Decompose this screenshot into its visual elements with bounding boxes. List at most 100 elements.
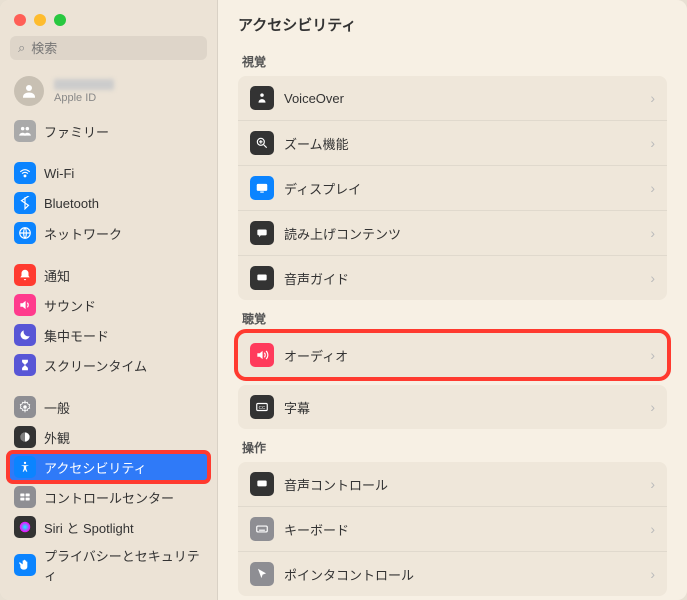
sidebar-item-appearance[interactable]: 外観 [8,422,209,452]
row-label: ディスプレイ [284,179,650,198]
row-label: キーボード [284,520,650,539]
row-label: 音声ガイド [284,269,650,288]
chevron-right-icon: › [650,90,655,106]
sidebar-item-label: Bluetooth [44,196,99,211]
settings-row-display[interactable]: ディスプレイ› [238,166,667,211]
sidebar-item-label: サウンド [44,296,96,315]
hand-icon [14,554,36,576]
sidebar-item-gear[interactable]: 一般 [8,392,209,422]
account-row[interactable]: Apple ID [0,70,217,116]
sidebar-list: ファミリー Wi-Fi Bluetooth ネットワーク通知サウンド集中モードスクリー… [0,116,217,600]
vo-icon [250,86,274,110]
sidebar-item-label: 一般 [44,398,70,417]
row-label: オーディオ [284,346,650,365]
close-button[interactable] [14,14,26,26]
svg-text:CC: CC [259,405,266,410]
bell-icon [14,264,36,286]
page-title: アクセシビリティ [238,14,667,35]
cc-icon [14,486,36,508]
sidebar-item-label: スクリーンタイム [44,356,147,375]
family-icon [14,120,36,142]
sidebar-item-siri[interactable]: Siri と Spotlight [8,512,209,542]
account-sub: Apple ID [54,92,114,104]
chevron-right-icon: › [650,135,655,151]
sidebar-item-label: コントロールセンター [44,488,174,507]
chevron-right-icon: › [650,270,655,286]
row-label: ズーム機能 [284,134,650,153]
settings-row-guide[interactable]: 音声ガイド› [238,256,667,300]
sidebar-item-moon[interactable]: 集中モード [8,320,209,350]
row-label: ポインタコントロール [284,565,650,584]
moon-icon [14,324,36,346]
cc2-icon: CC [250,395,274,419]
settings-row-audio[interactable]: オーディオ› [238,333,667,377]
chevron-right-icon: › [650,347,655,363]
sidebar-item-label: 集中モード [44,326,109,345]
sidebar-item-label: 外観 [44,428,70,447]
main-content: 視覚VoiceOver›ズーム機能›ディスプレイ›読み上げコンテンツ›音声ガイド… [238,53,667,596]
row-label: VoiceOver [284,91,650,106]
sidebar-item-label: Wi-Fi [44,166,74,181]
row-label: 音声コントロール [284,475,650,494]
sidebar-item-bell[interactable]: 通知 [8,260,209,290]
section-label: 聴覚 [242,310,663,327]
kbd-icon [250,517,274,541]
speaker-icon [14,294,36,316]
sidebar-item-wifi[interactable]: Wi-Fi [8,158,209,188]
chevron-right-icon: › [650,399,655,415]
sidebar-item-label: ファミリー [44,122,109,141]
settings-row-zoom[interactable]: ズーム機能› [238,121,667,166]
sidebar-item-access[interactable]: アクセシビリティ [8,452,209,482]
chevron-right-icon: › [650,180,655,196]
sidebar-item-family[interactable]: ファミリー [8,116,209,146]
sidebar-item-hourglass[interactable]: スクリーンタイム [8,350,209,380]
hourglass-icon [14,354,36,376]
settings-row-speech[interactable]: 読み上げコンテンツ› [238,211,667,256]
sidebar-item-label: 通知 [44,266,70,285]
account-text: Apple ID [54,79,114,104]
gear-icon [14,396,36,418]
minimize-button[interactable] [34,14,46,26]
sidebar: ⌕ Apple ID ファミリー Wi-Fi Bluetooth ネットワーク通知サウ… [0,0,218,600]
maximize-button[interactable] [54,14,66,26]
chevron-right-icon: › [650,521,655,537]
appearance-icon [14,426,36,448]
zoom-icon [250,131,274,155]
main-pane: アクセシビリティ 視覚VoiceOver›ズーム機能›ディスプレイ›読み上げコン… [218,0,687,600]
section-label: 操作 [242,439,663,456]
sidebar-item-speaker[interactable]: サウンド [8,290,209,320]
pointer-icon [250,562,274,586]
guide-icon [250,266,274,290]
globe-icon [14,222,36,244]
chevron-right-icon: › [650,476,655,492]
sidebar-item-cc[interactable]: コントロールセンター [8,482,209,512]
settings-row-cc2[interactable]: CC 字幕› [238,385,667,429]
section-label: 視覚 [242,53,663,70]
search-input[interactable] [31,41,199,56]
sidebar-item-bt[interactable]: Bluetooth [8,188,209,218]
audio-icon [250,343,274,367]
settings-row-voice[interactable]: 音声コントロール› [238,462,667,507]
settings-row-pointer[interactable]: ポインタコントロール› [238,552,667,596]
settings-row-kbd[interactable]: キーボード› [238,507,667,552]
chevron-right-icon: › [650,225,655,241]
search-icon: ⌕ [18,40,25,56]
bt-icon [14,192,36,214]
account-name [54,79,114,90]
speech-icon [250,221,274,245]
sidebar-item-hand[interactable]: プライバシーとセキュリティ [8,542,209,588]
wifi-icon [14,162,36,184]
voice-icon [250,472,274,496]
search-field[interactable]: ⌕ [10,36,207,60]
row-label: 字幕 [284,398,650,417]
siri-icon [14,516,36,538]
row-label: 読み上げコンテンツ [284,224,650,243]
access-icon [14,456,36,478]
sidebar-item-label: Siri と Spotlight [44,518,134,537]
settings-window: ⌕ Apple ID ファミリー Wi-Fi Bluetooth ネットワーク通知サウ… [0,0,687,600]
settings-row-vo[interactable]: VoiceOver› [238,76,667,121]
sidebar-item-label: ネットワーク [44,224,122,243]
sidebar-item-label: アクセシビリティ [44,458,147,477]
chevron-right-icon: › [650,566,655,582]
sidebar-item-globe[interactable]: ネットワーク [8,218,209,248]
